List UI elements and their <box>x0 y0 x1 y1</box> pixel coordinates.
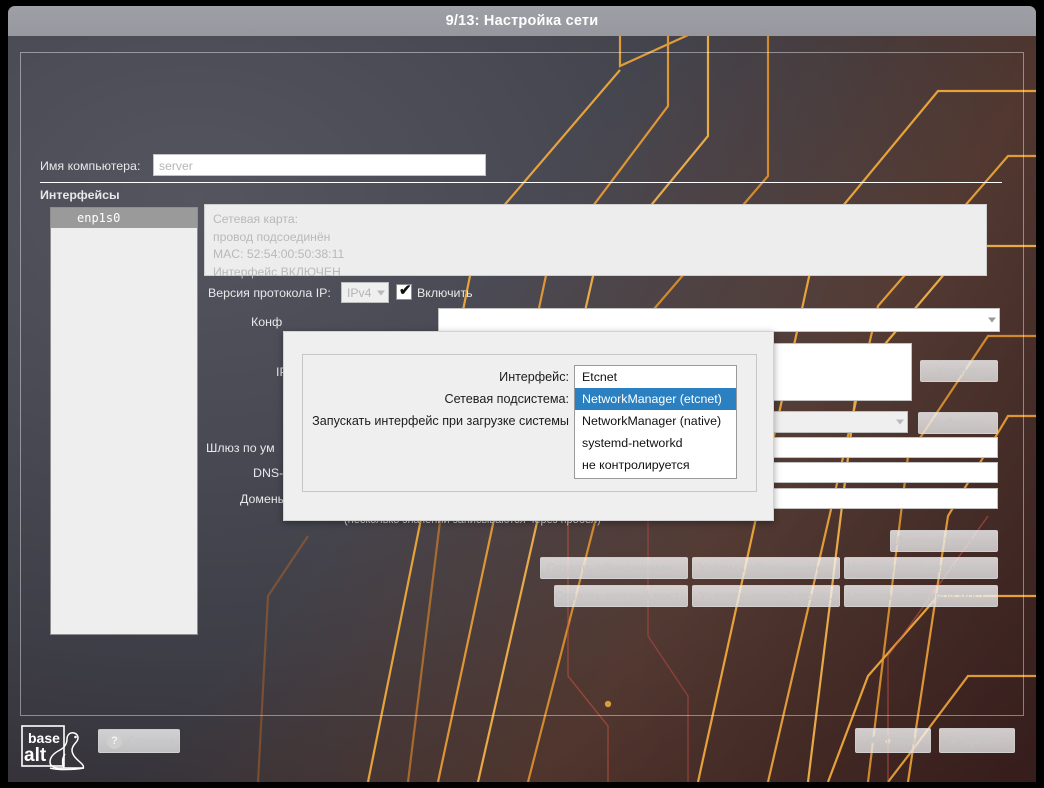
next-button-label: Далее <box>940 733 1014 747</box>
hostname-label: Имя компьютера: <box>40 159 140 173</box>
help-button-label: Справка <box>127 734 175 748</box>
dns-label: DNS- <box>253 466 283 480</box>
dropdown-option-networkmanager-etcnet[interactable]: NetworkManager (etcnet) <box>575 388 736 410</box>
svg-text:alt: alt <box>24 745 47 766</box>
config-combobox[interactable] <box>438 308 1000 332</box>
ip-version-label: Версия протокола IP: <box>208 286 331 300</box>
configure-bond-button[interactable]: Настроить объединение... <box>844 557 998 579</box>
enable-label: Включить <box>417 286 473 300</box>
ip-version-value: IPv4 <box>347 286 371 300</box>
enable-checkbox[interactable]: ✔ <box>396 284 412 300</box>
gateway-label: Шлюз по ум <box>206 441 275 455</box>
interfaces-heading: Интерфейсы <box>40 188 120 202</box>
chevron-down-icon <box>988 318 996 323</box>
interface-info-panel: Сетевая карта: провод подсоединён MAC: 5… <box>204 204 987 276</box>
svg-text:base: base <box>28 730 60 746</box>
config-label: Конф <box>251 315 282 329</box>
subsystem-dropdown-popup[interactable]: Etcnet NetworkManager (etcnet) NetworkMa… <box>574 365 737 479</box>
ip-version-combobox[interactable]: IPv4 <box>341 282 389 303</box>
advanced-button[interactable]: Дополнительно... <box>890 530 998 552</box>
list-item[interactable]: enp1s0 <box>51 208 197 228</box>
dropdown-option-networkmanager-native[interactable]: NetworkManager (native) <box>575 410 736 432</box>
back-button[interactable]: ◀ Назад <box>855 728 931 753</box>
add-button[interactable]: Добавить <box>918 412 998 434</box>
basealt-logo: base alt <box>20 724 98 774</box>
installer-window: 9/13: Настройка сети <box>8 6 1036 782</box>
dropdown-option-unmanaged[interactable]: не контролируется <box>575 454 736 476</box>
hostname-input[interactable]: server <box>153 154 486 176</box>
info-line-state: Интерфейс ВКЛЮЧЕН <box>213 264 978 282</box>
dialog-subsystem-label: Сетевая подсистема: <box>284 392 569 406</box>
configure-bridge-button[interactable]: Настроить сетевой мост... <box>844 585 998 607</box>
create-bridge-button[interactable]: Создать сетевой мост... <box>554 585 688 607</box>
dialog-autostart-label: Запускать интерфейс при загрузке системы <box>284 414 569 428</box>
dropdown-option-etcnet[interactable]: Etcnet <box>575 366 736 388</box>
create-bond-button[interactable]: Создать объединение... <box>540 557 688 579</box>
delete-bridge-button[interactable]: Удалить сетевой мост... <box>692 585 840 607</box>
question-mark-icon: ? <box>107 734 122 749</box>
delete-button[interactable]: Удалить <box>920 360 998 382</box>
info-line-cable: провод подсоединён <box>213 229 978 247</box>
back-button-label: Назад <box>856 733 930 747</box>
chevron-down-icon <box>896 420 904 425</box>
info-line-mac: MAC: 52:54:00:50:38:11 <box>213 246 978 264</box>
check-icon: ✔ <box>399 283 412 299</box>
section-divider <box>40 182 1002 183</box>
footer-bar: base alt ? Справка ◀ Назад <box>8 714 1036 782</box>
next-button[interactable]: ▶ Далее <box>939 728 1015 753</box>
chevron-down-icon <box>377 290 385 295</box>
wallpaper: Имя компьютера: server Интерфейсы enp1s0… <box>8 36 1036 782</box>
help-button[interactable]: ? Справка <box>98 729 180 753</box>
dialog-interface-label: Интерфейс: <box>284 370 569 384</box>
info-line-card: Сетевая карта: <box>213 211 978 229</box>
dropdown-option-systemd-networkd[interactable]: systemd-networkd <box>575 432 736 454</box>
window-title: 9/13: Настройка сети <box>8 6 1036 36</box>
delete-bond-button[interactable]: Удалить объединение... <box>692 557 840 579</box>
interface-list[interactable]: enp1s0 <box>50 207 198 635</box>
screen: 9/13: Настройка сети <box>0 0 1044 788</box>
